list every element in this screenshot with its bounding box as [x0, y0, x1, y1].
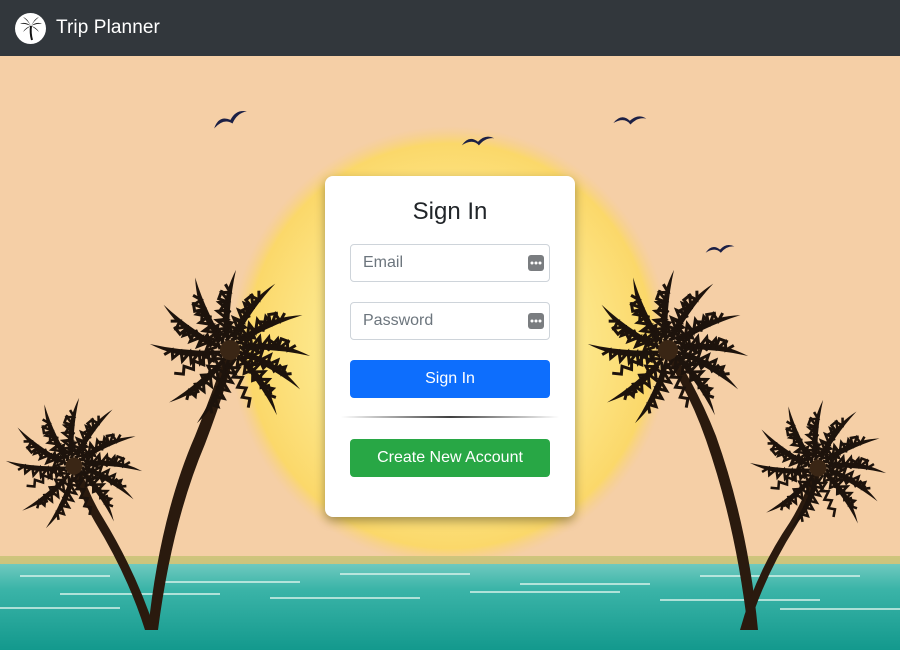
navbar: Trip Planner: [0, 0, 900, 56]
signin-card: Sign In Sign In Create New Account: [325, 176, 575, 517]
password-manager-key-icon[interactable]: [528, 313, 544, 329]
palm-tree-icon: [15, 12, 46, 44]
divider: [341, 416, 559, 418]
password-manager-key-icon[interactable]: [528, 255, 544, 271]
password-field-wrapper: [350, 302, 550, 340]
signin-title: Sign In: [412, 198, 488, 225]
brand-link[interactable]: Trip Planner: [15, 12, 160, 44]
create-account-button[interactable]: Create New Account: [350, 439, 550, 477]
email-input[interactable]: [351, 245, 549, 281]
signin-button[interactable]: Sign In: [350, 360, 550, 398]
password-input[interactable]: [351, 303, 549, 339]
email-field-wrapper: [350, 244, 550, 282]
brand-title: Trip Planner: [56, 17, 160, 38]
